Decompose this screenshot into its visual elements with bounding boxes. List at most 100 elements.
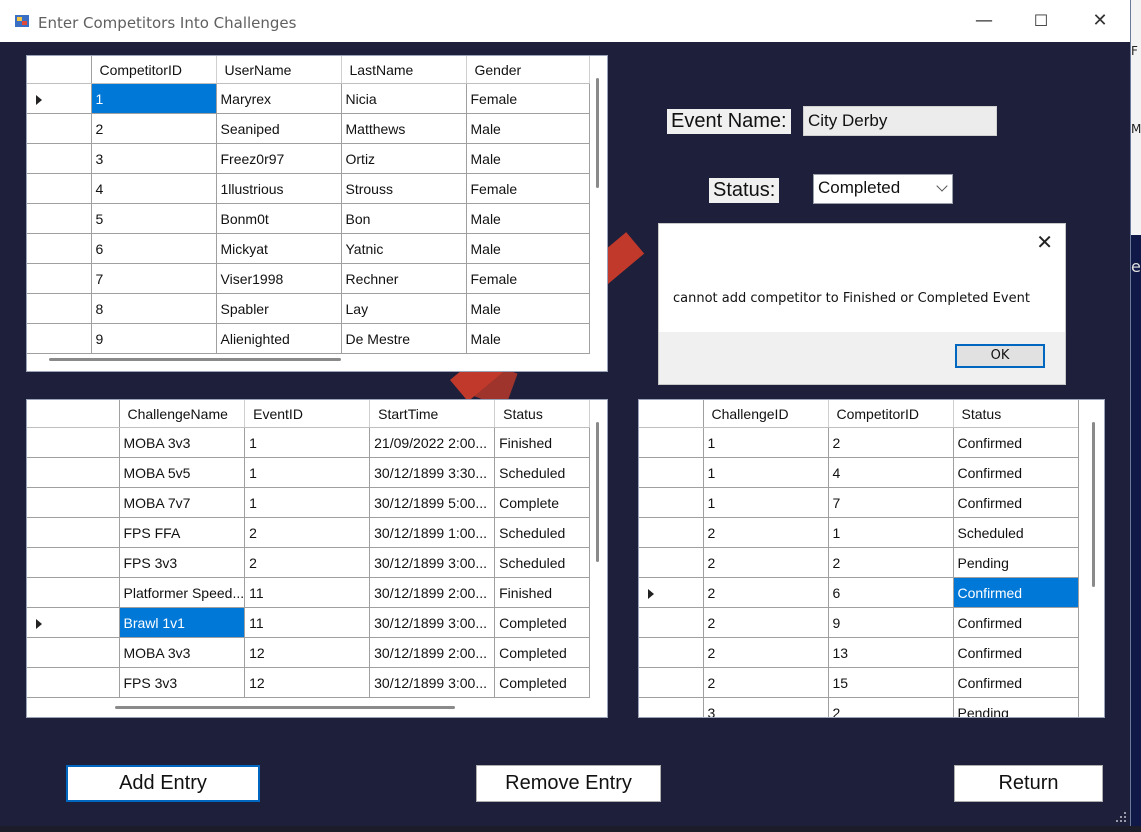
table-cell[interactable]: 12 <box>244 667 371 698</box>
table-cell[interactable]: 30/12/1899 3:00... <box>369 547 496 578</box>
table-cell[interactable]: 2 <box>703 577 829 608</box>
table-cell[interactable]: 1 <box>244 427 371 458</box>
table-cell[interactable]: Yatnic <box>341 233 467 264</box>
table-cell[interactable]: 21/09/2022 2:00... <box>369 427 496 458</box>
table-cell[interactable]: FPS FFA <box>119 517 246 548</box>
table-row[interactable]: 2 2 Pending <box>639 547 1079 578</box>
row-header[interactable] <box>639 637 704 668</box>
table-cell[interactable]: 30/12/1899 2:00... <box>369 577 496 608</box>
table-cell[interactable]: Seaniped <box>216 113 342 144</box>
table-cell[interactable]: Completed <box>494 667 591 698</box>
table-cell[interactable]: Finished <box>494 427 591 458</box>
table-cell[interactable]: 2 <box>703 517 829 548</box>
table-cell[interactable]: Bonm0t <box>216 203 342 234</box>
table-cell[interactable]: 1llustrious <box>216 173 342 204</box>
table-cell[interactable]: Male <box>466 323 590 354</box>
table-cell[interactable]: 30/12/1899 3:30... <box>369 457 496 488</box>
table-row[interactable]: MOBA 7v7 1 30/12/1899 5:00... Complete <box>27 487 591 518</box>
table-cell[interactable]: Scheduled <box>953 517 1079 548</box>
table-row[interactable]: 9 Alienighted De Mestre Male <box>27 323 590 354</box>
table-cell[interactable]: MOBA 3v3 <box>119 427 246 458</box>
table-cell[interactable]: 11 <box>244 607 371 638</box>
column-header[interactable]: UserName <box>216 56 342 84</box>
vertical-scrollbar[interactable] <box>596 78 599 188</box>
table-cell[interactable]: Female <box>466 263 590 294</box>
table-row[interactable]: 1 4 Confirmed <box>639 457 1079 488</box>
table-cell[interactable]: 1 <box>703 457 829 488</box>
close-button[interactable]: ✕ <box>1071 0 1129 42</box>
table-cell[interactable]: Rechner <box>341 263 467 294</box>
table-cell[interactable]: 4 <box>91 173 217 204</box>
table-cell[interactable]: 3 <box>91 143 217 174</box>
table-cell[interactable]: 13 <box>828 637 954 668</box>
table-cell[interactable]: 2 <box>703 667 829 698</box>
table-cell[interactable]: Female <box>466 173 590 204</box>
table-cell[interactable]: Completed <box>494 637 591 668</box>
table-cell[interactable]: Brawl 1v1 <box>119 607 246 638</box>
table-cell[interactable]: 1 <box>244 457 371 488</box>
table-cell[interactable]: Freez0r97 <box>216 143 342 174</box>
table-cell[interactable]: Ortiz <box>341 143 467 174</box>
add-entry-button[interactable]: Add Entry <box>66 765 260 802</box>
row-header[interactable] <box>639 577 704 608</box>
column-header[interactable]: EventID <box>244 400 371 428</box>
table-cell[interactable]: 9 <box>91 323 217 354</box>
horizontal-scrollbar[interactable] <box>49 358 341 361</box>
return-button[interactable]: Return <box>954 765 1103 802</box>
horizontal-scrollbar[interactable] <box>115 706 455 709</box>
row-header[interactable] <box>639 487 704 518</box>
table-cell[interactable]: 1 <box>828 517 954 548</box>
table-cell[interactable]: Mickyat <box>216 233 342 264</box>
table-cell[interactable]: 7 <box>828 487 954 518</box>
table-cell[interactable]: 4 <box>828 457 954 488</box>
table-cell[interactable]: 3 <box>703 697 829 717</box>
close-icon[interactable]: ✕ <box>1036 230 1053 254</box>
table-row[interactable]: 2 Seaniped Matthews Male <box>27 113 590 144</box>
table-cell[interactable]: 2 <box>703 547 829 578</box>
ok-button[interactable]: OK <box>955 344 1045 368</box>
table-cell[interactable]: 2 <box>244 547 371 578</box>
table-row[interactable]: MOBA 3v3 1 21/09/2022 2:00... Finished <box>27 427 591 458</box>
table-cell[interactable]: 2 <box>828 697 954 717</box>
challenges-grid[interactable]: ChallengeName EventID StartTime Status M… <box>26 399 608 718</box>
table-row[interactable]: 1 Maryrex Nicia Female <box>27 83 590 114</box>
row-header[interactable] <box>639 517 704 548</box>
table-row[interactable]: 3 2 Pending <box>639 697 1079 717</box>
table-cell[interactable]: 30/12/1899 2:00... <box>369 637 496 668</box>
table-cell[interactable]: MOBA 3v3 <box>119 637 246 668</box>
table-cell[interactable]: FPS 3v3 <box>119 547 246 578</box>
table-row[interactable]: FPS 3v3 12 30/12/1899 3:00... Completed <box>27 667 591 698</box>
table-cell[interactable]: Nicia <box>341 83 467 114</box>
table-cell[interactable]: Bon <box>341 203 467 234</box>
minimize-button[interactable]: — <box>955 0 1013 42</box>
table-cell[interactable]: 6 <box>91 233 217 264</box>
table-cell[interactable]: Lay <box>341 293 467 324</box>
column-header[interactable]: CompetitorID <box>91 56 217 84</box>
column-header[interactable]: ChallengeName <box>119 400 246 428</box>
table-cell[interactable]: 2 <box>244 517 371 548</box>
row-header[interactable] <box>639 457 704 488</box>
table-cell[interactable]: Finished <box>494 577 591 608</box>
table-cell[interactable]: Scheduled <box>494 517 591 548</box>
table-row[interactable]: 2 1 Scheduled <box>639 517 1079 548</box>
resize-grip-icon[interactable] <box>1116 812 1126 822</box>
table-cell[interactable]: 11 <box>244 577 371 608</box>
table-row[interactable]: 5 Bonm0t Bon Male <box>27 203 590 234</box>
table-cell[interactable]: 5 <box>91 203 217 234</box>
table-cell[interactable]: MOBA 5v5 <box>119 457 246 488</box>
row-header[interactable] <box>27 457 120 488</box>
table-row[interactable]: 1 2 Confirmed <box>639 427 1079 458</box>
column-header[interactable]: Status <box>494 400 591 428</box>
row-header[interactable] <box>27 637 120 668</box>
table-cell[interactable]: Male <box>466 143 590 174</box>
vertical-scrollbar[interactable] <box>1092 422 1095 587</box>
table-cell[interactable]: Confirmed <box>953 607 1079 638</box>
row-header[interactable] <box>27 607 120 638</box>
table-row[interactable]: 3 Freez0r97 Ortiz Male <box>27 143 590 174</box>
table-row[interactable]: 8 Spabler Lay Male <box>27 293 590 324</box>
column-header[interactable]: StartTime <box>369 400 496 428</box>
row-header[interactable] <box>27 487 120 518</box>
table-row[interactable]: 2 6 Confirmed <box>639 577 1079 608</box>
table-cell[interactable]: Male <box>466 293 590 324</box>
table-cell[interactable]: 15 <box>828 667 954 698</box>
